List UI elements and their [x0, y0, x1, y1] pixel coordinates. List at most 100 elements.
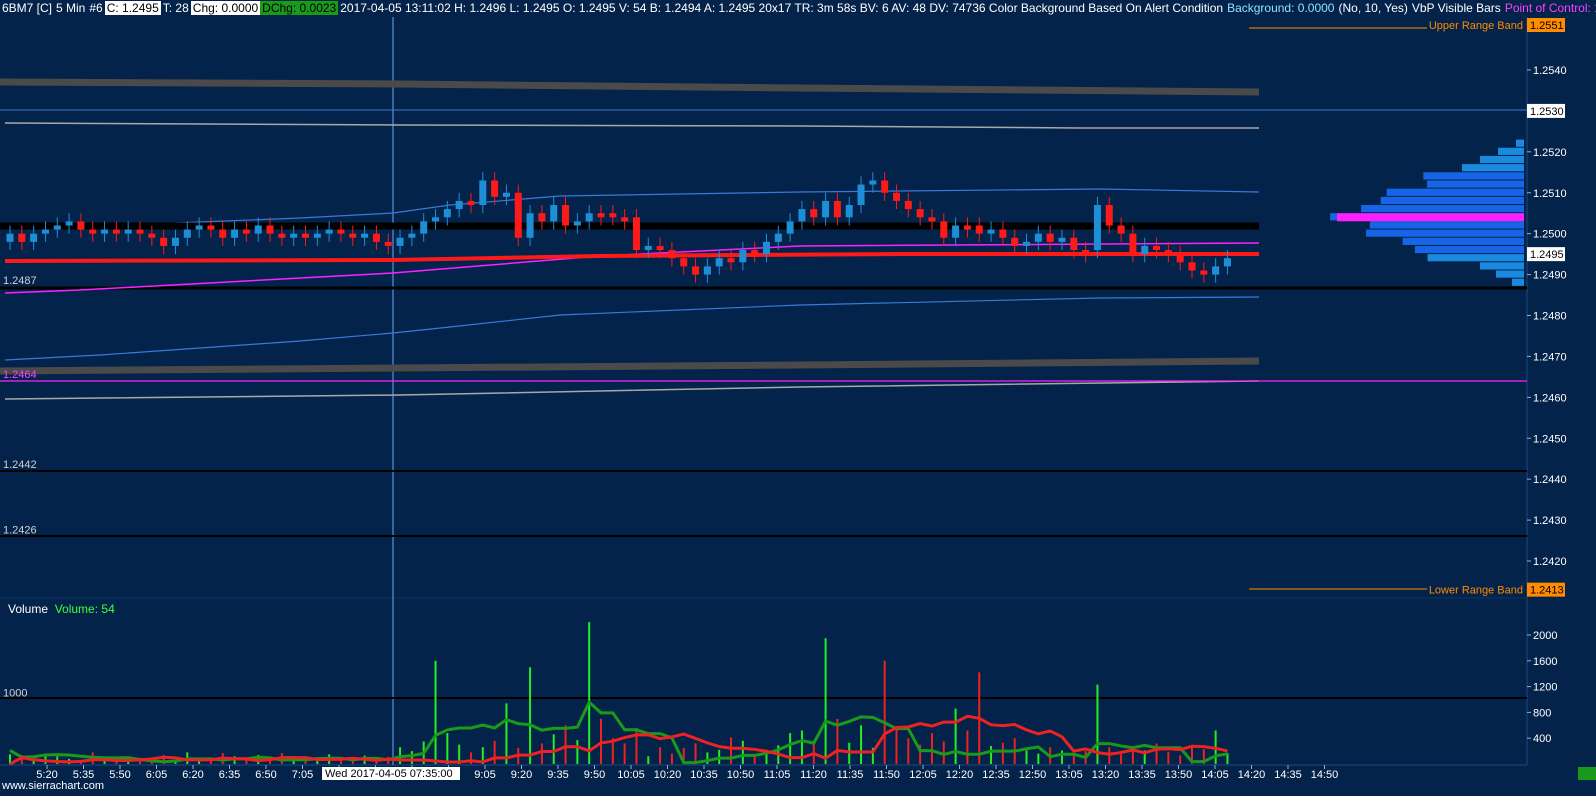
- candle-body: [1176, 254, 1184, 263]
- candle-body: [361, 233, 369, 238]
- candle-body: [1153, 245, 1161, 251]
- profile-bar: [1402, 237, 1524, 245]
- candle-body: [491, 180, 499, 197]
- candle-body: [668, 250, 676, 259]
- candle-body: [1164, 250, 1172, 255]
- y-tick-label: 1.2540: [1533, 65, 1567, 77]
- candle-body: [1223, 258, 1231, 267]
- candle-body: [349, 233, 357, 238]
- candle-body: [337, 229, 345, 234]
- background-study: Background: 0.0000: [1227, 1, 1335, 15]
- candle-body: [1200, 270, 1208, 275]
- study-params: (No, 10, Yes): [1338, 1, 1408, 15]
- candle-body: [786, 221, 794, 234]
- x-tick-label: 10:20: [654, 769, 682, 781]
- candle-body: [101, 229, 109, 234]
- candle-body: [869, 180, 877, 185]
- profile-bar: [1462, 164, 1524, 172]
- interval[interactable]: 5 Min: [54, 1, 87, 15]
- symbol[interactable]: 6BM7 [C]: [0, 1, 54, 15]
- candle-body: [290, 233, 298, 238]
- candle-body: [1212, 266, 1220, 275]
- profile-bar: [1427, 254, 1524, 262]
- x-tick-label: 11:50: [873, 769, 900, 781]
- chart-background: [0, 0, 1596, 796]
- candle-body: [242, 229, 250, 234]
- candle-body: [514, 192, 522, 238]
- candle-body: [751, 250, 759, 255]
- candle-body: [715, 258, 723, 267]
- candle-body: [562, 205, 570, 226]
- candle-body: [266, 225, 274, 234]
- x-tick-label: 11:35: [837, 769, 864, 781]
- watermark: www.sierrachart.com: [2, 780, 105, 792]
- profile-bar: [1366, 229, 1524, 237]
- x-tick-label: 14:35: [1274, 769, 1302, 781]
- candle-body: [432, 217, 440, 222]
- candle-body: [396, 237, 404, 246]
- profile-bar: [1480, 262, 1524, 270]
- x-tick-label: 13:50: [1165, 769, 1193, 781]
- candle-body: [65, 221, 73, 226]
- candle-body: [916, 209, 924, 218]
- price-label-value: 1.2530: [1530, 106, 1564, 118]
- candle-body: [30, 233, 38, 242]
- candle-body: [1023, 241, 1031, 246]
- y-tick-label: 1.2470: [1533, 351, 1567, 363]
- y-tick-label: 1.2420: [1533, 556, 1567, 568]
- candle-body: [160, 237, 168, 246]
- x-tick-label: 10:05: [617, 769, 645, 781]
- candle-body: [762, 241, 770, 255]
- volume-value: Volume: 54: [54, 602, 115, 616]
- candle-body: [41, 229, 49, 234]
- candle-body: [585, 213, 593, 222]
- candle-body: [302, 233, 309, 238]
- point-of-control: Point of Control: 1.250: [1504, 1, 1596, 15]
- profile-poc-bar: [1337, 213, 1524, 222]
- profile-bar: [1361, 205, 1524, 213]
- candle-body: [774, 233, 782, 242]
- candle-body: [656, 245, 664, 251]
- candle-body: [798, 209, 806, 222]
- candle-body: [502, 192, 510, 197]
- chart-header: 6BM7 [C] 5 Min #6 C: 1.2495 T: 28 Chg: 0.0000…: [0, 0, 1596, 17]
- volume-title: Volume: [8, 602, 49, 616]
- candle-body: [479, 180, 487, 206]
- candle-body: [1141, 245, 1149, 255]
- candle-body: [408, 233, 416, 238]
- candle-body: [219, 229, 227, 238]
- profile-bar: [1496, 270, 1524, 278]
- y-tick-label: 1.2490: [1533, 270, 1567, 282]
- candle-body: [680, 258, 688, 267]
- y-tick-label: 1.2460: [1533, 392, 1567, 404]
- x-tick-label: 13:35: [1128, 769, 1156, 781]
- candle-body: [1058, 237, 1066, 242]
- profile-bar: [1386, 188, 1524, 196]
- candle-body: [1082, 250, 1090, 255]
- candle-body: [963, 225, 971, 230]
- candle-body: [231, 229, 239, 238]
- profile-bar: [1380, 196, 1524, 205]
- candle-body: [313, 233, 321, 238]
- candle-body: [952, 225, 960, 238]
- volume-level-label: 1000: [3, 688, 27, 700]
- candle-body: [845, 205, 853, 218]
- x-tick-label: 13:20: [1092, 769, 1120, 781]
- volume-tick-label: 1200: [1533, 682, 1557, 694]
- profile-bar: [1414, 245, 1524, 254]
- y-tick-label: 1.2450: [1533, 433, 1567, 445]
- candle-body: [1188, 262, 1196, 271]
- level-label: 1.2464: [3, 369, 37, 381]
- x-tick-label: 12:20: [946, 769, 974, 781]
- x-tick-label: 6:20: [182, 769, 203, 781]
- candle-body: [207, 225, 215, 230]
- candle-body: [1117, 225, 1125, 234]
- x-tick-label: 12:50: [1019, 769, 1047, 781]
- level-label: 1.2426: [3, 524, 37, 536]
- candle-body: [136, 229, 144, 234]
- candle-body: [573, 221, 581, 226]
- candle-body: [810, 209, 818, 218]
- chart-canvas[interactable]: 1.2540 1.2520 1.2510 1.2500 1.2490 1.2480 1.24…: [0, 0, 1596, 796]
- candle-body: [987, 229, 995, 234]
- candle-body: [822, 200, 830, 218]
